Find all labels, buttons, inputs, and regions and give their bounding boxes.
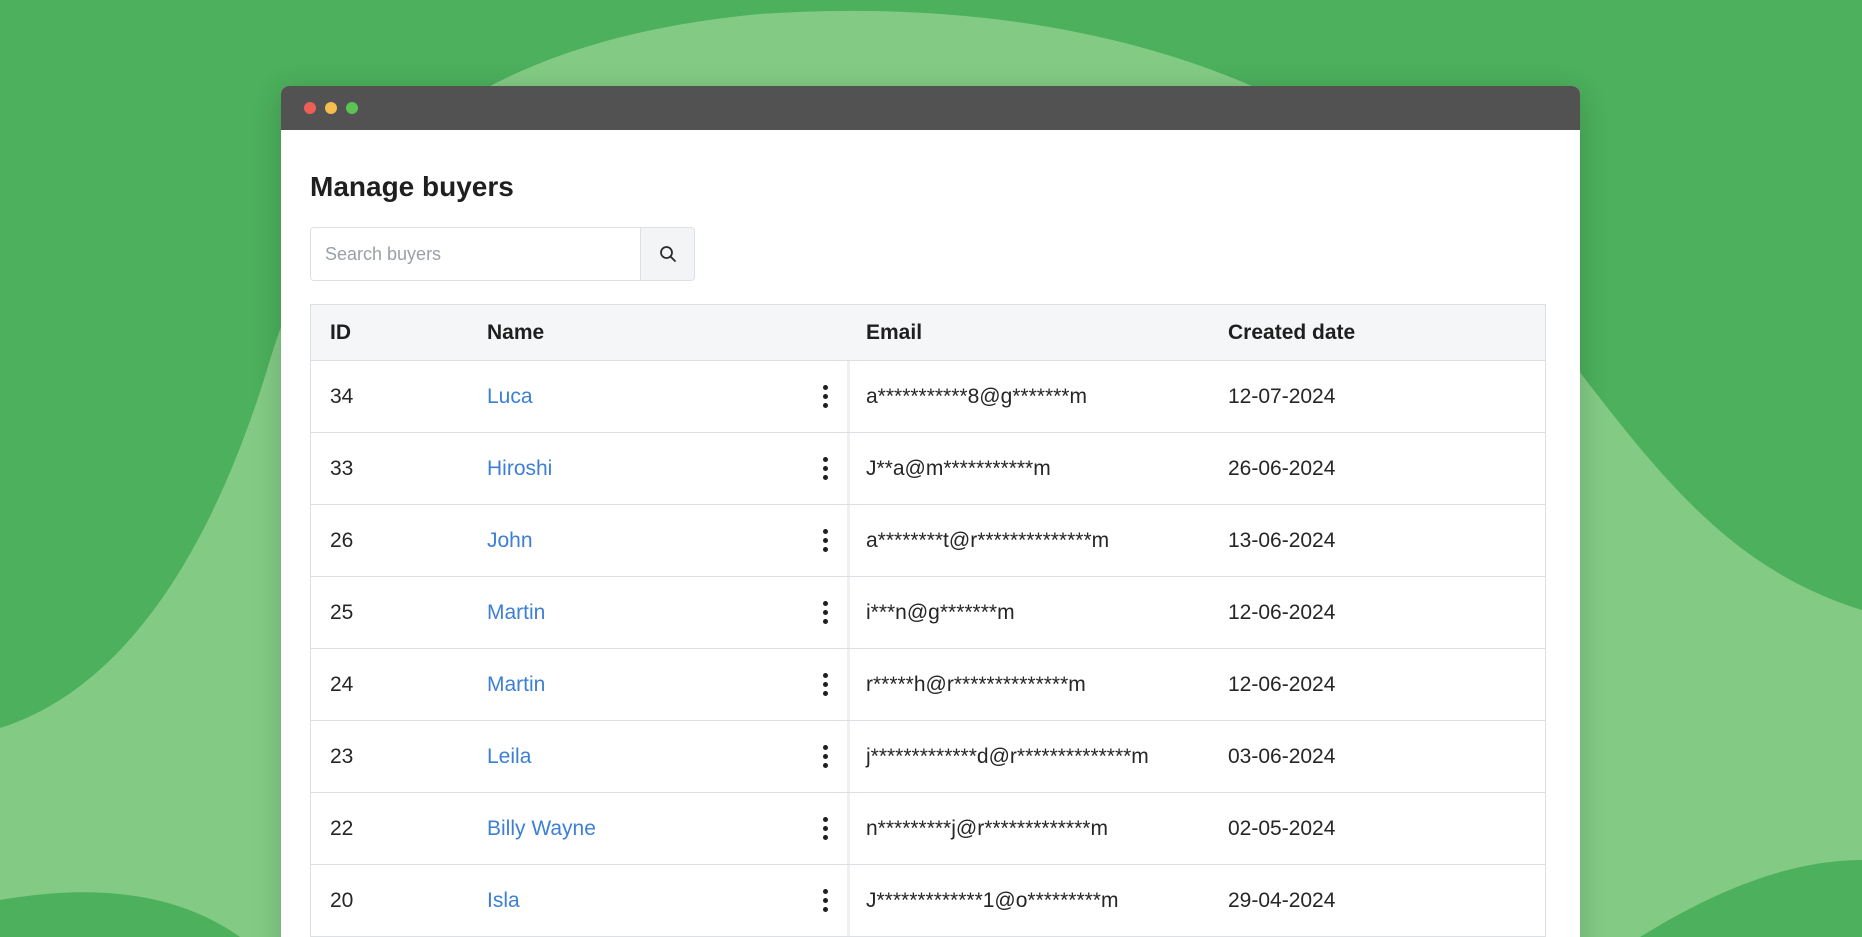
buyer-created-date: 29-04-2024 <box>1228 888 1336 912</box>
table-row: 24 Martin r*****h@r**************m 12-06… <box>311 649 1545 721</box>
kebab-icon <box>822 601 828 606</box>
column-header-name[interactable]: Name <box>487 321 803 345</box>
kebab-icon <box>822 457 828 462</box>
table-row: 26 John a********t@r**************m 13-0… <box>311 505 1545 577</box>
more-options-button[interactable] <box>815 595 836 630</box>
page-content: Manage buyers ID Name Email Created date… <box>281 170 1580 937</box>
buyer-email: i***n@g*******m <box>847 577 1228 648</box>
buyer-created-date: 12-06-2024 <box>1228 672 1336 696</box>
kebab-icon <box>822 673 828 678</box>
buyer-created-date: 12-07-2024 <box>1228 384 1336 408</box>
buyer-email: a********t@r**************m <box>847 505 1228 576</box>
more-options-button[interactable] <box>815 451 836 486</box>
buyer-id: 26 <box>330 528 354 552</box>
kebab-icon <box>822 745 828 750</box>
search-box <box>310 227 695 281</box>
buyer-email: J**a@m***********m <box>847 433 1228 504</box>
table-row: 34 Luca a***********8@g*******m 12-07-20… <box>311 361 1545 433</box>
kebab-icon <box>822 889 828 894</box>
buyer-email: J*************1@o*********m <box>847 865 1228 936</box>
buyer-id: 33 <box>330 456 354 480</box>
buyer-name-link[interactable]: Luca <box>487 385 533 408</box>
buyers-table: ID Name Email Created date 34 Luca a****… <box>310 304 1546 937</box>
buyer-id: 34 <box>330 384 354 408</box>
more-options-button[interactable] <box>815 523 836 558</box>
browser-window: Manage buyers ID Name Email Created date… <box>281 86 1580 937</box>
buyer-id: 20 <box>330 888 354 912</box>
buyer-name-link[interactable]: Martin <box>487 673 545 696</box>
buyer-created-date: 13-06-2024 <box>1228 528 1336 552</box>
kebab-icon <box>822 817 828 822</box>
column-header-created-date[interactable]: Created date <box>1228 321 1545 345</box>
column-header-email[interactable]: Email <box>847 305 1228 360</box>
kebab-icon <box>822 529 828 534</box>
more-options-button[interactable] <box>815 883 836 918</box>
table-row: 25 Martin i***n@g*******m 12-06-2024 <box>311 577 1545 649</box>
buyer-created-date: 26-06-2024 <box>1228 456 1336 480</box>
buyer-name-link[interactable]: Billy Wayne <box>487 817 596 840</box>
table-row: 33 Hiroshi J**a@m***********m 26-06-2024 <box>311 433 1545 505</box>
buyer-id: 24 <box>330 672 354 696</box>
search-icon <box>659 246 676 262</box>
buyer-email: n*********j@r*************m <box>847 793 1228 864</box>
buyer-id: 22 <box>330 816 354 840</box>
buyer-name-link[interactable]: Martin <box>487 601 545 624</box>
buyer-id: 25 <box>330 600 354 624</box>
buyer-email: j*************d@r**************m <box>847 721 1228 792</box>
maximize-window-button[interactable] <box>346 102 358 114</box>
minimize-window-button[interactable] <box>325 102 337 114</box>
close-window-button[interactable] <box>304 102 316 114</box>
buyer-name-link[interactable]: Leila <box>487 745 531 768</box>
table-row: 20 Isla J*************1@o*********m 29-0… <box>311 865 1545 937</box>
buyer-email: a***********8@g*******m <box>847 361 1228 432</box>
table-row: 22 Billy Wayne n*********j@r************… <box>311 793 1545 865</box>
buyer-id: 23 <box>330 744 354 768</box>
buyer-name-link[interactable]: Hiroshi <box>487 457 552 480</box>
search-input[interactable] <box>311 228 640 280</box>
buyer-created-date: 02-05-2024 <box>1228 816 1336 840</box>
buyer-created-date: 03-06-2024 <box>1228 744 1336 768</box>
column-header-actions <box>803 305 847 360</box>
table-header: ID Name Email Created date <box>311 305 1545 361</box>
kebab-icon <box>822 385 828 390</box>
more-options-button[interactable] <box>815 739 836 774</box>
column-header-id[interactable]: ID <box>311 321 487 345</box>
table-row: 23 Leila j*************d@r**************… <box>311 721 1545 793</box>
more-options-button[interactable] <box>815 667 836 702</box>
search-button[interactable] <box>640 228 694 280</box>
buyer-email: r*****h@r**************m <box>847 649 1228 720</box>
window-titlebar <box>281 86 1580 130</box>
more-options-button[interactable] <box>815 379 836 414</box>
buyer-created-date: 12-06-2024 <box>1228 600 1336 624</box>
more-options-button[interactable] <box>815 811 836 846</box>
buyer-name-link[interactable]: John <box>487 529 533 552</box>
buyer-name-link[interactable]: Isla <box>487 889 520 912</box>
page-title: Manage buyers <box>310 171 514 202</box>
